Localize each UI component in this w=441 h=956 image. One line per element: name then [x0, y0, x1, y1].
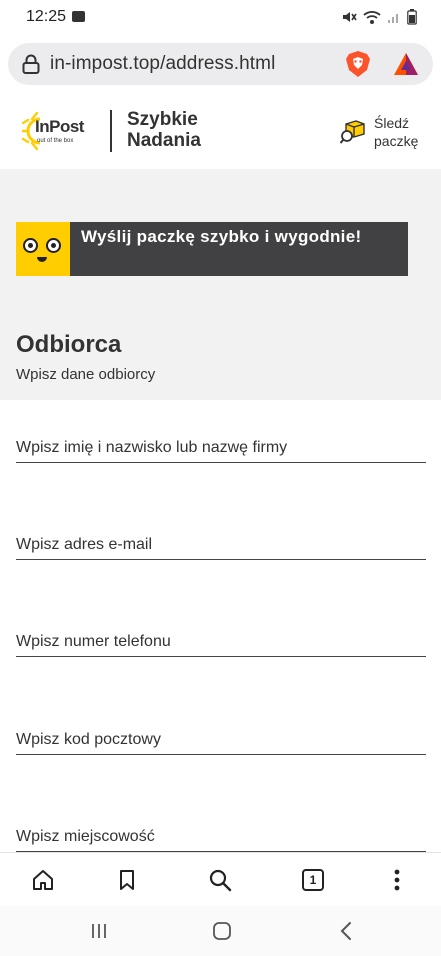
tabs-icon: 1: [302, 869, 324, 891]
brand-line-2: Nadania: [127, 130, 201, 151]
search-icon: [209, 869, 232, 892]
back-icon: [340, 922, 351, 940]
recents-icon: [92, 924, 106, 938]
logo-text: InPost: [35, 117, 84, 136]
url-text[interactable]: in-impost.top/address.html: [50, 53, 275, 75]
browser-toolbar: 1: [0, 852, 441, 906]
track-label-line-2[interactable]: paczkę: [374, 133, 418, 149]
section-title: Odbiorca: [16, 331, 122, 358]
tabs-button[interactable]: 1: [300, 867, 326, 893]
hero-section: Wyślij paczkę szybko i wygodnie! Odbiorc…: [0, 169, 441, 400]
status-icons: [341, 9, 417, 25]
promo-banner: Wyślij paczkę szybko i wygodnie!: [16, 222, 408, 276]
mascot-face-icon: [16, 222, 70, 276]
mascot-left-eye: [23, 238, 38, 253]
more-icon: [394, 869, 400, 891]
battery-icon: [407, 9, 417, 25]
track-parcel-link[interactable]: Śledź paczkę: [340, 113, 430, 151]
bookmark-button[interactable]: [114, 867, 140, 893]
android-nav-bar: [0, 906, 441, 956]
track-label-line-1[interactable]: Śledź: [374, 115, 409, 131]
recipient-name-field[interactable]: [16, 423, 426, 463]
recipient-postal-code-input[interactable]: [16, 715, 426, 754]
section-subtitle: Wpisz dane odbiorcy: [16, 366, 156, 383]
recipient-phone-input[interactable]: [16, 617, 426, 656]
site-header: InPost out of the box Szybkie Nadania Śl…: [0, 93, 441, 169]
address-bar[interactable]: in-impost.top/address.html: [8, 43, 433, 85]
mascot-right-eye: [46, 238, 61, 253]
back-button[interactable]: [333, 919, 359, 943]
recipient-phone-field[interactable]: [16, 617, 426, 657]
home-icon: [33, 870, 53, 890]
brand-line-1: Szybkie: [127, 109, 198, 130]
brave-shields-icon[interactable]: [345, 50, 371, 78]
image-icon: [72, 11, 85, 22]
status-time: 12:25: [26, 8, 67, 25]
bookmark-icon: [120, 870, 134, 890]
recipient-name-input[interactable]: [16, 423, 426, 462]
recipient-postal-code-field[interactable]: [16, 715, 426, 755]
brave-rewards-icon[interactable]: [393, 52, 419, 76]
recipient-email-field[interactable]: [16, 520, 426, 560]
recipient-city-input[interactable]: [16, 812, 426, 851]
wifi-icon: [363, 11, 381, 24]
recipient-city-field[interactable]: [16, 812, 426, 852]
home-button[interactable]: [30, 867, 56, 893]
mute-icon: [343, 12, 357, 22]
android-home-button[interactable]: [209, 919, 235, 943]
logo-divider: [110, 110, 112, 152]
more-menu-button[interactable]: [384, 867, 410, 893]
recents-button[interactable]: [86, 919, 112, 943]
inpost-logo[interactable]: InPost out of the box: [22, 109, 98, 153]
search-button[interactable]: [207, 867, 233, 893]
mascot-mouth: [37, 257, 47, 262]
logo-tagline: out of the box: [37, 138, 74, 144]
banner-text: Wyślij paczkę szybko i wygodnie!: [81, 227, 362, 246]
signal-icon: [388, 14, 398, 23]
track-package-icon: [340, 120, 365, 144]
lock-icon[interactable]: [22, 54, 40, 74]
status-bar: 12:25: [0, 0, 441, 36]
recipient-email-input[interactable]: [16, 520, 426, 559]
home-nav-icon: [213, 922, 231, 940]
